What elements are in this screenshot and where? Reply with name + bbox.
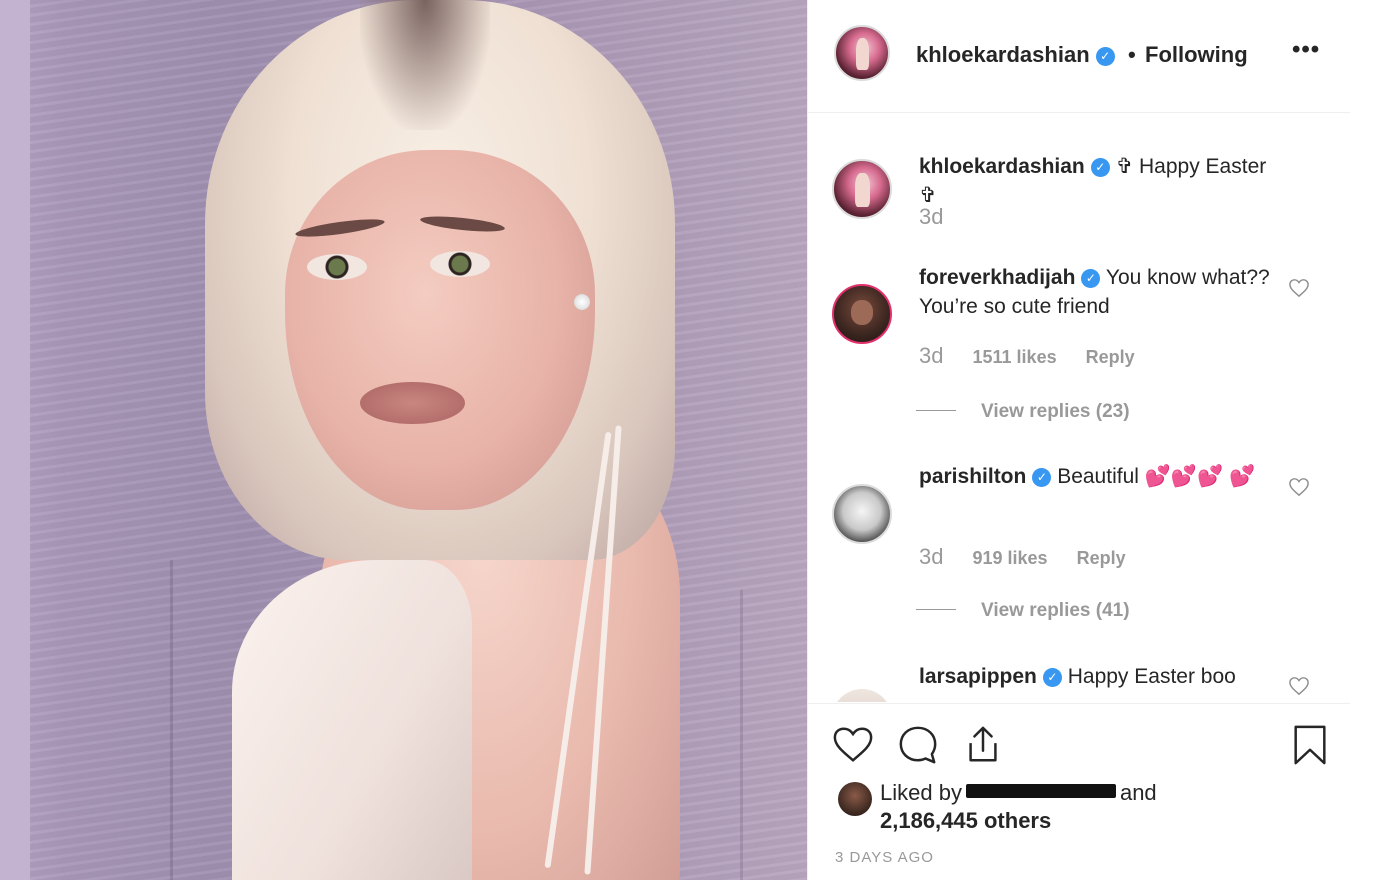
comment-likes[interactable]: 1511 likes: [973, 347, 1057, 367]
replies-divider: [916, 410, 956, 411]
verified-icon: ✓: [1095, 47, 1115, 66]
replies-divider: [916, 609, 956, 610]
photo-hair-root: [360, 0, 490, 130]
photo-dress: [232, 560, 472, 880]
comment-time[interactable]: 3d: [919, 544, 943, 569]
comment-body: foreverkhadijah ✓ You know what?? You’re …: [919, 263, 1274, 321]
caption-time[interactable]: 3d: [919, 204, 943, 229]
comment-meta: 3d 1511 likes Reply: [919, 343, 1159, 369]
likes-summary[interactable]: Liked by and 2,186,445 others: [880, 779, 1157, 835]
view-replies-button[interactable]: View replies (23): [916, 401, 1130, 423]
comment-body: parishilton ✓ Beautiful 💕💕💕 💕: [919, 462, 1274, 491]
photo-wall-seam: [740, 590, 743, 880]
author-username-text[interactable]: khloekardashian: [916, 42, 1090, 67]
author-username[interactable]: khloekardashian ✓: [916, 42, 1115, 68]
caption-avatar[interactable]: [832, 159, 892, 219]
view-replies-label[interactable]: View replies (41): [981, 600, 1130, 621]
photo-earring: [574, 294, 590, 310]
comments-list[interactable]: khloekardashian ✓ ✞ Happy Easter ✞ 3d for…: [808, 114, 1351, 702]
header-separator: •: [1128, 42, 1136, 67]
liked-by-avatar[interactable]: [838, 782, 872, 816]
photo-face: [285, 150, 595, 510]
photo-lips: [360, 382, 465, 424]
verified-icon: ✓: [1032, 468, 1052, 487]
caption-username[interactable]: khloekardashian: [919, 155, 1085, 178]
post-header: khloekardashian ✓ • Following •••: [808, 0, 1351, 113]
view-replies-button[interactable]: View replies (41): [916, 600, 1130, 622]
page-gutter: [1350, 0, 1380, 880]
following-button[interactable]: Following: [1145, 42, 1248, 68]
verified-icon: ✓: [1081, 269, 1101, 288]
photo-eye: [307, 254, 367, 280]
caption-meta: 3d: [919, 204, 967, 230]
like-comment-heart-icon[interactable]: [1288, 676, 1310, 696]
reply-button[interactable]: Reply: [1077, 548, 1126, 568]
verified-icon: ✓: [1042, 668, 1062, 687]
comment-username[interactable]: parishilton: [919, 465, 1026, 488]
comment-avatar[interactable]: [832, 284, 892, 344]
comment-username[interactable]: larsapippen: [919, 665, 1037, 688]
author-avatar[interactable]: [834, 25, 890, 81]
like-comment-heart-icon[interactable]: [1288, 477, 1310, 497]
heart-icon[interactable]: [832, 724, 874, 766]
photo-left-edge: [0, 0, 30, 880]
comment-text: Happy Easter boo: [1067, 665, 1236, 688]
post-side-panel: khloekardashian ✓ • Following ••• khloeka…: [807, 0, 1351, 880]
bookmark-icon[interactable]: [1289, 724, 1331, 766]
verified-icon: ✓: [1090, 158, 1110, 177]
comment-avatar[interactable]: [832, 689, 892, 702]
comment-meta: 3d 919 likes Reply: [919, 544, 1150, 570]
like-comment-heart-icon[interactable]: [1288, 278, 1310, 298]
likes-count[interactable]: 2,186,445 others: [880, 808, 1051, 833]
comment-likes[interactable]: 919 likes: [973, 548, 1048, 568]
post-timestamp[interactable]: 3 DAYS AGO: [835, 849, 934, 866]
redacted-username: [965, 784, 1116, 798]
reply-button[interactable]: Reply: [1086, 347, 1135, 367]
share-icon[interactable]: [962, 724, 1004, 766]
liked-by-prefix: Liked by: [880, 780, 962, 805]
photo-eye: [430, 251, 490, 277]
more-options-icon[interactable]: •••: [1292, 36, 1320, 64]
comment-text: Beautiful 💕💕💕 💕: [1057, 465, 1256, 488]
comment-time[interactable]: 3d: [919, 343, 943, 368]
liked-by-suffix: and: [1119, 780, 1157, 805]
comment-username[interactable]: foreverkhadijah: [919, 266, 1075, 289]
post-actions: Liked by and 2,186,445 others 3 DAYS AGO: [808, 703, 1351, 880]
comment-avatar[interactable]: [832, 484, 892, 544]
photo-wall-seam: [170, 560, 173, 880]
post-photo[interactable]: [0, 0, 807, 880]
caption-body: khloekardashian ✓ ✞ Happy Easter ✞: [919, 152, 1274, 210]
comment-body: larsapippen ✓ Happy Easter boo: [919, 662, 1274, 691]
comment-icon[interactable]: [897, 724, 939, 766]
view-replies-label[interactable]: View replies (23): [981, 401, 1130, 422]
